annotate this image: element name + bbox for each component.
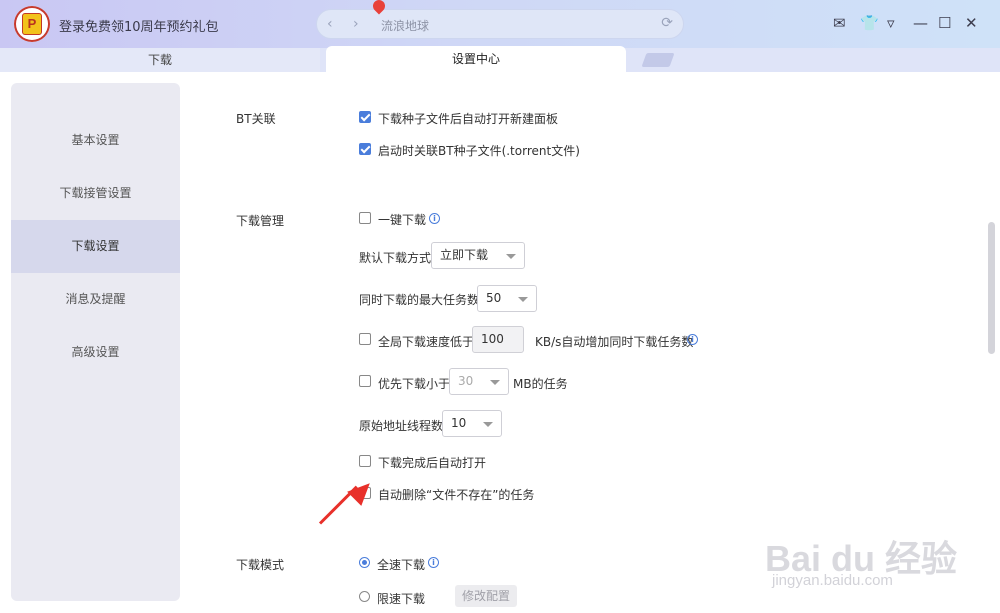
section-title-download-manage: 下载管理 [236, 214, 285, 228]
mail-icon[interactable]: ✉ [833, 14, 846, 32]
watermark-url: jingyan.baidu.com [772, 572, 893, 589]
reload-icon[interactable]: ⟳ [661, 15, 673, 31]
info-icon[interactable]: i [687, 334, 698, 345]
bt-associate-label: 启动时关联BT种子文件(.torrent文件) [378, 144, 580, 158]
menu-icon[interactable]: ▿ [887, 14, 895, 32]
info-icon[interactable]: i [428, 557, 439, 568]
speed-threshold-label: 全局下载速度低于 [378, 335, 475, 349]
minimize-icon[interactable]: — [913, 14, 928, 32]
priority-small-checkbox[interactable] [359, 375, 371, 387]
limited-speed-label: 限速下载 [377, 592, 426, 606]
threads-value: 10 [451, 416, 467, 430]
user-avatar[interactable]: P [14, 6, 50, 42]
chevron-down-icon [483, 422, 493, 427]
one-click-label: 一键下载 [378, 213, 427, 227]
close-icon[interactable]: ✕ [965, 14, 978, 32]
sidebar-item-basic[interactable]: 基本设置 [11, 114, 180, 167]
address-bar[interactable]: ‹ › 流浪地球 ⟳ [316, 9, 684, 39]
maximize-icon[interactable]: ☐ [938, 14, 951, 32]
priority-size-select[interactable]: 30 [449, 368, 509, 395]
max-tasks-select[interactable]: 50 [477, 285, 537, 312]
chevron-down-icon [506, 254, 516, 259]
settings-sidebar: 基本设置 下载接管设置 下载设置 消息及提醒 高级设置 [11, 83, 180, 601]
sidebar-item-advanced[interactable]: 高级设置 [11, 326, 180, 379]
promo-link[interactable]: 登录免费领10周年预约礼包 [59, 16, 219, 35]
max-tasks-value: 50 [486, 291, 502, 305]
back-icon[interactable]: ‹ [327, 16, 333, 32]
priority-size-suffix: MB的任务 [513, 377, 568, 391]
app-logo-icon: P [22, 13, 42, 35]
tab-settings[interactable]: 设置中心 [326, 46, 626, 73]
priority-small-label: 优先下载小于 [378, 377, 451, 391]
bt-auto-open-label: 下载种子文件后自动打开新建面板 [378, 112, 559, 126]
section-title-bt: BT关联 [236, 112, 276, 126]
chevron-down-icon [518, 297, 528, 302]
threads-label: 原始地址线程数 [359, 419, 444, 433]
chevron-down-icon [490, 380, 500, 385]
default-mode-label: 默认下载方式 [359, 251, 432, 265]
address-text: 流浪地球 [381, 19, 430, 33]
limited-speed-radio[interactable] [359, 591, 370, 602]
default-mode-value: 立即下载 [440, 248, 489, 262]
new-tab-button[interactable] [641, 53, 675, 67]
bt-auto-open-checkbox[interactable] [359, 111, 371, 123]
default-mode-select[interactable]: 立即下载 [431, 242, 525, 269]
priority-size-value: 30 [458, 374, 474, 388]
auto-open-label: 下载完成后自动打开 [378, 456, 487, 470]
full-speed-radio[interactable] [359, 557, 370, 568]
sidebar-item-takeover[interactable]: 下载接管设置 [11, 167, 180, 220]
sidebar-item-notifications[interactable]: 消息及提醒 [11, 273, 180, 326]
auto-delete-label: 自动删除“文件不存在”的任务 [378, 488, 535, 502]
tab-download[interactable]: 下载 [0, 48, 320, 72]
section-title-download-mode: 下载模式 [236, 558, 285, 572]
skin-icon[interactable]: 👕 [860, 14, 879, 32]
modify-config-button[interactable]: 修改配置 [455, 585, 517, 607]
info-icon[interactable]: i [429, 213, 440, 224]
full-speed-label: 全速下载 [377, 558, 426, 572]
bt-associate-checkbox[interactable] [359, 143, 371, 155]
threads-select[interactable]: 10 [442, 410, 502, 437]
speed-threshold-input[interactable]: 100 [472, 326, 524, 353]
speed-threshold-checkbox[interactable] [359, 333, 371, 345]
speed-threshold-suffix: KB/s自动增加同时下载任务数 [535, 335, 694, 349]
one-click-checkbox[interactable] [359, 212, 371, 224]
sidebar-item-download[interactable]: 下载设置 [11, 220, 180, 273]
forward-icon[interactable]: › [353, 16, 359, 32]
auto-open-checkbox[interactable] [359, 455, 371, 467]
scrollbar[interactable] [988, 222, 995, 354]
max-tasks-label: 同时下载的最大任务数 [359, 293, 480, 307]
